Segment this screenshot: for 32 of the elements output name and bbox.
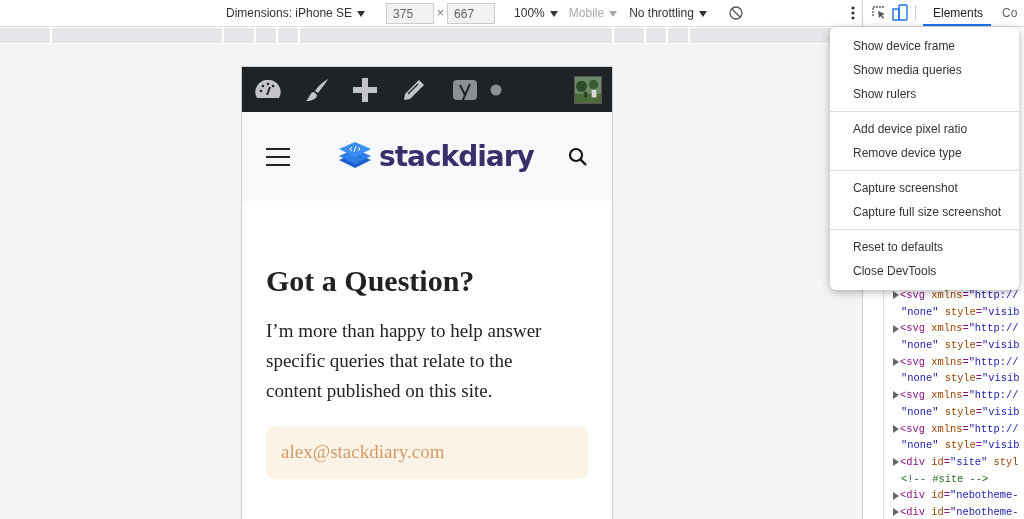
code-line: <div id="nebotheme- [900, 488, 1019, 504]
menu-item[interactable]: Capture screenshot [830, 176, 1019, 200]
code-line: "none" style="visib [901, 371, 1020, 387]
code-line: <svg xmlns="http:// [900, 321, 1019, 337]
code-line: <div id="nebotheme- [900, 504, 1019, 519]
times-sign: × [437, 5, 445, 22]
intro-paragraph: I’m more than happy to help answer specific queries that relate to the content published on this site. [266, 319, 543, 403]
code-line: <div id="site" styl [900, 454, 1019, 470]
menu-item[interactable]: Show rulers [830, 82, 1019, 106]
menu-item[interactable]: Reset to defaults [830, 235, 1019, 259]
height-field[interactable]: 667 [447, 2, 496, 24]
code-line: "none" style="visib [901, 304, 1020, 320]
menu-item[interactable]: Show media queries [830, 58, 1019, 82]
code-line: <svg xmlns="http:// [900, 388, 1019, 404]
code-line: "none" style="visib [901, 438, 1020, 454]
menu-item[interactable]: Show device frame [830, 34, 1019, 58]
menu-item[interactable]: Remove device type [830, 141, 1019, 165]
zoom-dropdown[interactable]: 100% [514, 4, 558, 22]
code-line: <svg xmlns="http:// [900, 421, 1019, 437]
code-line: <svg xmlns="http:// [900, 354, 1019, 370]
code-line: <svg xmlns="http:// [900, 288, 1019, 303]
throttling-dropdown[interactable]: No throttling [629, 4, 707, 22]
device-dropdown[interactable]: Dimensions: iPhone SE [226, 4, 366, 22]
code-line: <!-- #site --> [901, 471, 989, 487]
code-line: "none" style="visib [901, 338, 1020, 354]
menu-item[interactable]: Capture full size screenshot [830, 200, 1019, 224]
menu-item[interactable]: Close DevTools [830, 259, 1019, 283]
page-heading: Got a Question? [266, 263, 476, 299]
code-line: "none" style="visib [901, 404, 1020, 420]
width-field[interactable]: 375 [386, 2, 435, 24]
panel-tab[interactable]: Co [996, 1, 1018, 26]
menu-item[interactable]: Add device pixel ratio [830, 117, 1019, 141]
